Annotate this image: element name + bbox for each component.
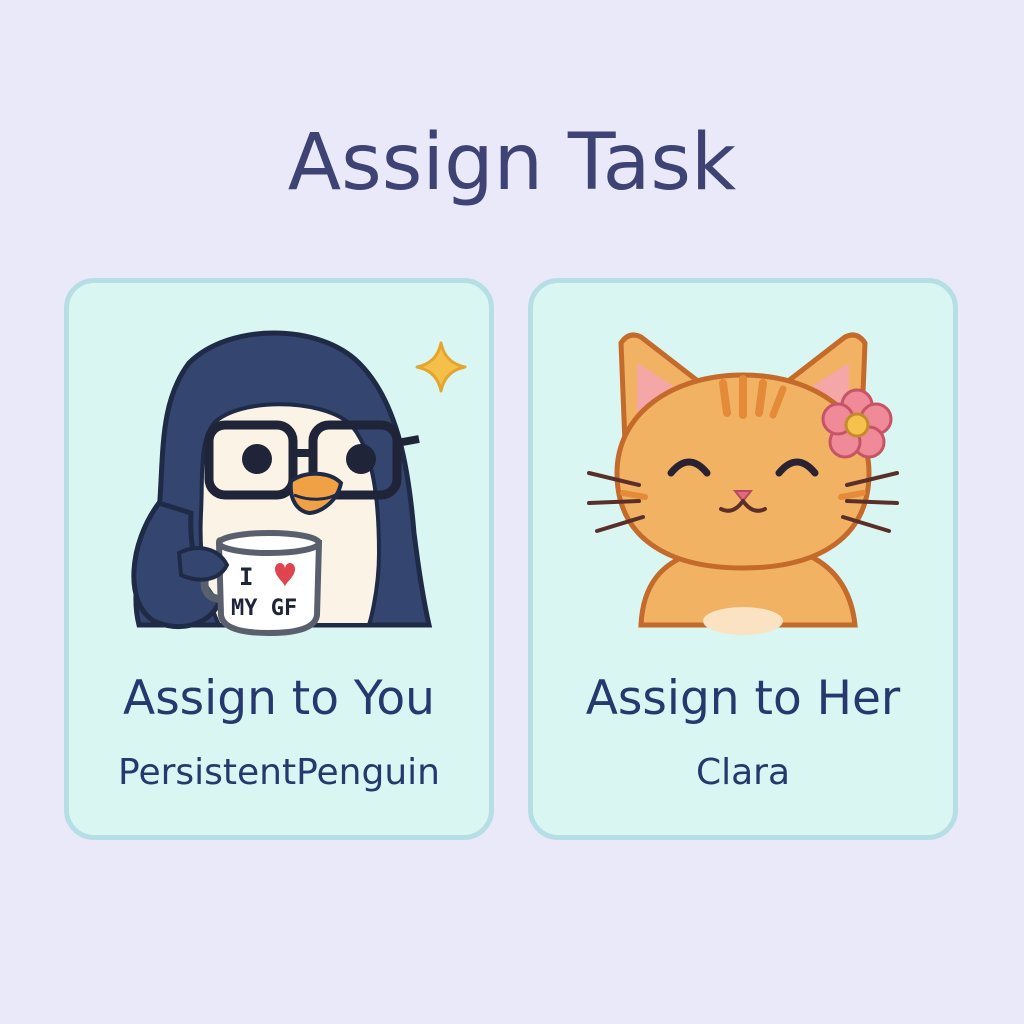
cat-avatar xyxy=(587,332,899,635)
assign-to-you-card[interactable]: I MY GF Assign to You PersistentPenguin xyxy=(64,278,494,840)
mug-line1: I xyxy=(239,563,253,591)
sparkle-icon xyxy=(415,341,467,393)
assign-to-her-label: Assign to Her xyxy=(585,671,901,726)
assignee-name-you: PersistentPenguin xyxy=(118,752,440,793)
penguin-avatar: I MY GF xyxy=(131,330,467,637)
mug-line2: MY GF xyxy=(231,596,297,621)
assign-to-you-label: Assign to You xyxy=(123,671,435,726)
assignee-name-her: Clara xyxy=(695,752,791,793)
assign-to-her-card[interactable]: Assign to Her Clara xyxy=(528,278,958,840)
page-title: Assign Task xyxy=(287,118,737,208)
assign-task-page: Assign Task I MY GF Assign to You Persis… xyxy=(0,0,1024,1024)
